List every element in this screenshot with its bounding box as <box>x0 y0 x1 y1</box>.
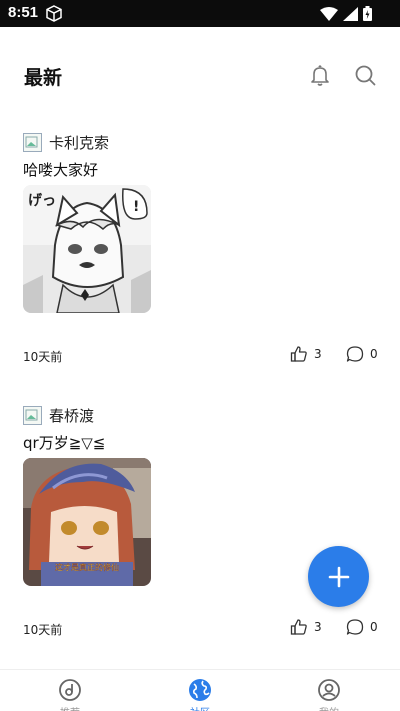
comment-button[interactable]: 0 <box>346 618 378 636</box>
avatar[interactable] <box>23 405 42 425</box>
tab-recommend[interactable]: 推荐 <box>30 678 110 711</box>
comment-icon <box>346 619 364 635</box>
user-icon <box>318 679 340 701</box>
image-caption: 这才是真正的修仙 <box>55 562 119 572</box>
signal-icon <box>343 6 358 25</box>
bell-icon[interactable] <box>308 63 332 87</box>
like-button[interactable]: 3 <box>290 345 322 363</box>
page-title: 最新 <box>24 67 63 89</box>
post-meta: 10天前 3 0 <box>23 618 379 638</box>
post-time: 10天前 <box>23 350 63 364</box>
create-post-button[interactable] <box>308 546 369 607</box>
post-header: 春桥渡 <box>23 405 94 425</box>
post-text: qr万岁≧▽≦ <box>23 434 106 452</box>
tab-label: 社区 <box>190 704 210 711</box>
post-time: 10天前 <box>23 623 63 637</box>
like-button[interactable]: 3 <box>290 618 322 636</box>
battery-icon <box>363 6 372 25</box>
post-card[interactable]: 春桥渡 qr万岁≧▽≦ 这才是真正的修仙 10天前 3 0 <box>0 405 400 645</box>
author-name[interactable]: 卡利克索 <box>49 132 109 153</box>
comment-icon <box>346 346 364 362</box>
comment-count: 0 <box>370 620 378 634</box>
post-header: 卡利克索 <box>23 132 109 152</box>
author-name[interactable]: 春桥渡 <box>49 405 94 426</box>
avatar[interactable] <box>23 132 42 152</box>
post-image[interactable]: げっ ! <box>23 185 151 313</box>
post-image[interactable]: 这才是真正的修仙 <box>23 458 151 586</box>
search-icon[interactable] <box>353 63 377 87</box>
comment-button[interactable]: 0 <box>346 345 378 363</box>
bottom-tab-bar: 推荐 社区 我的 <box>0 669 400 711</box>
image-caption: げっ <box>28 193 56 209</box>
disc-icon <box>59 679 81 701</box>
post-card[interactable]: 卡利克索 哈喽大家好 げっ ! 10天前 3 0 <box>0 132 400 372</box>
plus-icon <box>328 566 349 587</box>
globe-icon <box>189 679 211 701</box>
tab-community[interactable]: 社区 <box>160 678 240 711</box>
tab-label: 我的 <box>319 704 339 711</box>
like-count: 3 <box>314 347 322 361</box>
post-text: 哈喽大家好 <box>23 161 99 179</box>
tab-profile[interactable]: 我的 <box>289 678 369 711</box>
wifi-icon <box>320 6 338 25</box>
svg-text:!: ! <box>133 199 139 215</box>
comment-count: 0 <box>370 347 378 361</box>
status-time: 8:51 <box>8 4 39 21</box>
like-count: 3 <box>314 620 322 634</box>
status-bar: 8:51 <box>0 0 400 27</box>
thumbs-up-icon <box>290 619 307 635</box>
thumbs-up-icon <box>290 346 307 362</box>
tab-label: 推荐 <box>60 704 80 711</box>
cube-icon <box>46 5 62 26</box>
post-meta: 10天前 3 0 <box>23 345 379 365</box>
page-header: 最新 <box>0 27 400 123</box>
